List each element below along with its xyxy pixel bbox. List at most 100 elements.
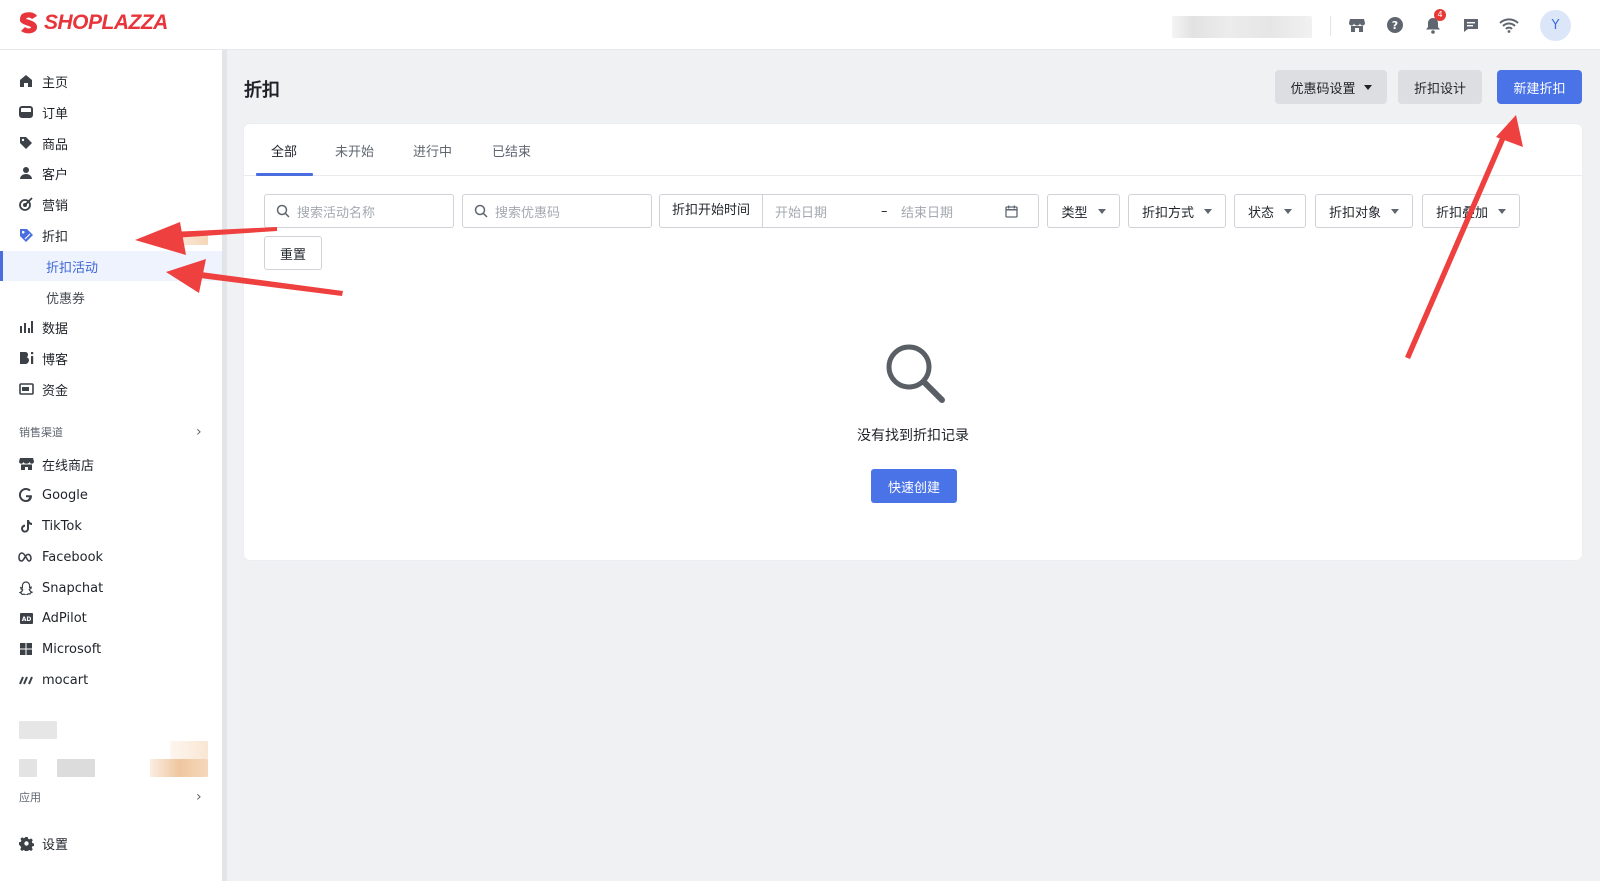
start-date-placeholder[interactable]: 开始日期 [775,202,881,221]
sidebar-item-settings[interactable]: 设置 [0,828,222,858]
avatar[interactable]: Y [1540,10,1571,41]
tab-label: 已结束 [492,144,532,160]
sidebar-item-adpilot[interactable]: AD AdPilot [0,603,222,633]
notification-badge: 4 [1434,9,1446,21]
sidebar-item-online-store[interactable]: 在线商店 [0,449,222,479]
header-divider [1330,16,1331,36]
reset-label: 重置 [279,247,306,263]
status-dropdown[interactable]: 状态 [1234,194,1306,228]
sidebar-item-mocart[interactable]: mocart [0,665,222,695]
meta-icon [18,549,34,565]
search-code-input[interactable]: 搜索优惠码 [462,194,652,228]
sidebar-item-marketing[interactable]: 营销 [0,189,222,219]
blurred-store-name [1172,16,1312,38]
bar-chart-icon [18,319,34,335]
search-code-placeholder: 搜索优惠码 [495,205,561,221]
caret-down-icon [1204,208,1212,214]
sidebar-item-tiktok[interactable]: TikTok [0,511,222,541]
sidebar-item-label: Google [42,487,88,503]
sidebar-item-label: mocart [42,672,89,688]
discount-method-dropdown[interactable]: 折扣方式 [1128,194,1226,228]
discount-list-card: 全部 未开始 进行中 已结束 搜索活动名称 搜索优惠码 折扣开始时间 开始日期 … [244,124,1582,560]
quick-create-label: 快速创建 [887,480,940,496]
sidebar-item-microsoft[interactable]: Microsoft [0,634,222,664]
shoplazza-logo[interactable]: SHOPLAZZA [18,11,168,35]
message-icon[interactable] [1460,14,1482,36]
svg-text:?: ? [1392,19,1398,32]
calendar-icon [1005,205,1018,218]
sidebar-scrollbar[interactable] [222,50,227,881]
tab-label: 全部 [271,144,298,160]
reset-button[interactable]: 重置 [264,236,322,270]
tab-not-started[interactable]: 未开始 [335,124,374,176]
sidebar-item-coupons[interactable]: 优惠券 [0,282,222,312]
sidebar-item-google[interactable]: Google [0,480,222,510]
sidebar-item-orders[interactable]: 订单 [0,97,222,127]
sidebar-item-discount-activities[interactable]: 折扣活动 [0,251,222,281]
wifi-icon[interactable] [1498,14,1520,36]
sidebar-item-analytics[interactable]: 数据 [0,312,222,342]
date-separator: – [881,203,888,219]
discount-icon [18,227,34,243]
search-icon [474,204,488,218]
discount-design-button[interactable]: 折扣设计 [1398,70,1482,104]
sidebar-item-label: 主页 [42,75,69,91]
sidebar-item-label: Facebook [42,549,104,565]
sidebar-item-label: 折扣活动 [46,260,99,276]
wallet-icon [18,381,34,397]
discount-stacking-dropdown[interactable]: 折扣叠加 [1422,194,1520,228]
tab-label: 未开始 [335,144,375,160]
sidebar-item-label: AdPilot [42,610,87,626]
svg-text:AD: AD [21,616,31,623]
chevron-right-icon: › [196,424,202,440]
sidebar-item-customers[interactable]: 客户 [0,158,222,188]
date-range-filter[interactable]: 折扣开始时间 开始日期 – 结束日期 [659,194,1039,228]
sidebar: 主页 订单 商品 客户 营销 折扣 折扣活动 优惠券 数据 博客 资金 销售渠道… [0,50,222,881]
blurred-app-1 [19,721,57,739]
inbox-icon [18,104,34,120]
new-discount-label: 新建折扣 [1513,81,1566,97]
sidebar-item-blog[interactable]: 博客 [0,343,222,373]
google-icon [18,487,34,503]
tab-ended[interactable]: 已结束 [492,124,531,176]
sidebar-item-snapchat[interactable]: Snapchat [0,573,222,603]
sidebar-item-label: 订单 [42,106,69,122]
dropdown-label: 折扣方式 [1141,205,1194,221]
adpilot-icon: AD [18,610,34,626]
quick-create-button[interactable]: 快速创建 [871,469,957,503]
sidebar-item-label: 商品 [42,137,69,153]
search-activity-input[interactable]: 搜索活动名称 [264,194,454,228]
apps-label: 应用 [19,791,41,804]
help-icon[interactable]: ? [1384,14,1406,36]
end-date-placeholder[interactable]: 结束日期 [901,202,1005,221]
sidebar-item-label: Microsoft [42,641,102,657]
bell-icon[interactable]: 4 [1422,9,1446,36]
coupon-settings-button[interactable]: 优惠码设置 [1275,70,1387,104]
search-icon [276,204,290,218]
discount-target-dropdown[interactable]: 折扣对象 [1315,194,1413,228]
sidebar-item-products[interactable]: 商品 [0,128,222,158]
active-tab-indicator [256,173,313,176]
sidebar-item-home[interactable]: 主页 [0,66,222,96]
sidebar-item-label: 博客 [42,352,69,368]
sales-channels-header[interactable]: 销售渠道 › [0,421,222,443]
sidebar-item-label: 设置 [42,837,69,853]
apps-header[interactable]: 应用 › [0,786,222,808]
logo-mark-icon [19,12,38,34]
sidebar-item-finance[interactable]: 资金 [0,374,222,404]
top-bar: SHOPLAZZA ? 4 Y [0,0,1600,50]
tab-in-progress[interactable]: 进行中 [413,124,452,176]
type-dropdown[interactable]: 类型 [1047,194,1120,228]
blurred-badge [170,231,208,245]
blurred-app-5 [150,759,208,777]
sales-channels-label: 销售渠道 [19,426,63,439]
sidebar-item-facebook[interactable]: Facebook [0,542,222,572]
sidebar-item-label: 折扣 [42,229,69,245]
store-icon [18,456,34,472]
new-discount-button[interactable]: 新建折扣 [1497,70,1582,104]
store-icon[interactable] [1346,14,1368,36]
tab-all[interactable]: 全部 [271,124,297,176]
tab-label: 进行中 [413,144,453,160]
sidebar-item-label: Snapchat [42,580,104,596]
dropdown-label: 状态 [1247,205,1274,221]
